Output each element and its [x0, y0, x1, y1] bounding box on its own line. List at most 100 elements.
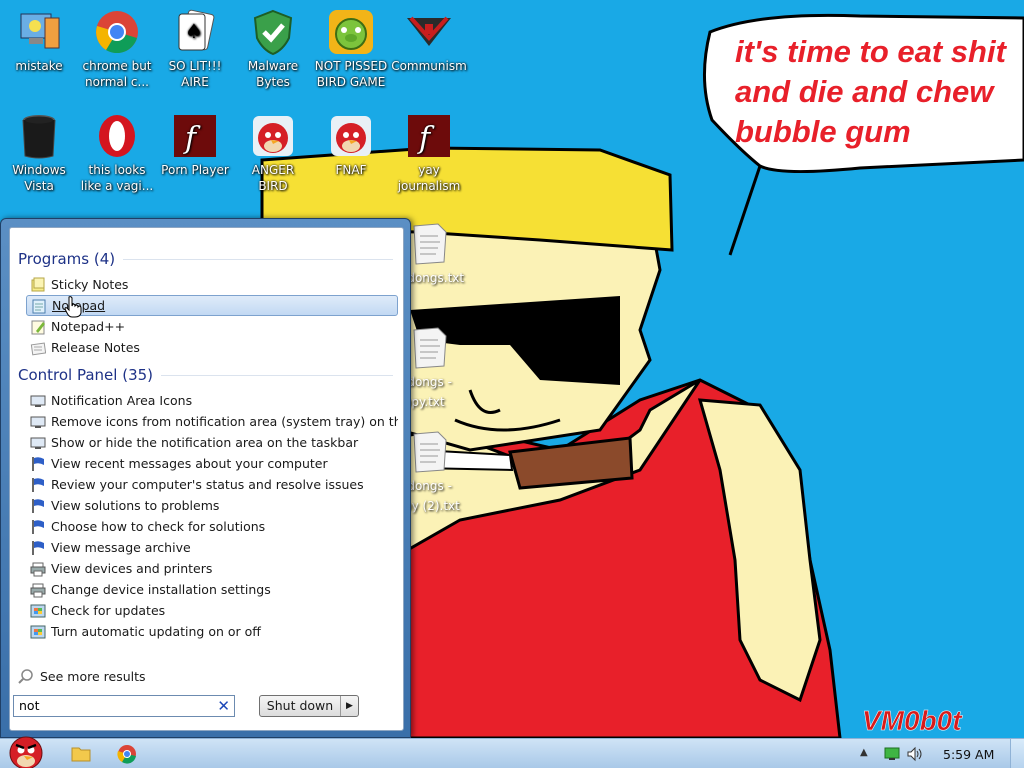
result-label: Check for updates: [51, 603, 166, 618]
result-label: View devices and printers: [51, 561, 213, 576]
taskbar-clock[interactable]: 5:59 AM: [943, 747, 994, 762]
result-remove-icons-from-notification-area[interactable]: Remove icons from notification area (sys…: [26, 411, 398, 432]
desktop-icon-mistake[interactable]: mistake: [0, 8, 78, 74]
desktop-icon-label: NOT PISSED: [314, 59, 388, 73]
monitor-icon: [30, 414, 46, 430]
desktop-icon-label: FNAF: [335, 163, 367, 177]
desktop-file-label: py (2).txt: [404, 499, 460, 513]
result-label: Notepad++: [51, 319, 126, 334]
desktop-icon-opera[interactable]: this looks like a vagi...: [78, 112, 156, 194]
result-label: View message archive: [51, 540, 191, 555]
start-button[interactable]: [6, 731, 46, 768]
angry-bird-icon: [9, 736, 43, 768]
show-hidden-icons-button[interactable]: ▲: [860, 747, 872, 761]
desktop-icon-communism[interactable]: Communism: [390, 8, 468, 74]
notepad-plus-icon: [30, 319, 46, 335]
desktop-icon-label: normal c...: [85, 75, 149, 89]
desktop-icon-label: this looks: [88, 163, 146, 177]
desktop-icon-yay-journalism[interactable]: f yay journalism: [390, 112, 468, 194]
result-view-recent-messages[interactable]: View recent messages about your computer: [26, 453, 398, 474]
desktop-icon-windows-vista[interactable]: Windows Vista: [0, 112, 78, 194]
result-view-devices-and-printers[interactable]: View devices and printers: [26, 558, 398, 579]
show-desktop-button[interactable]: [1010, 739, 1024, 768]
windows-update-icon: [30, 624, 46, 640]
desktop-file-ldongs[interactable]: ldongs.txt: [404, 222, 474, 286]
shutdown-options-arrow-icon[interactable]: ▶: [340, 696, 358, 716]
result-label: Choose how to check for solutions: [51, 519, 266, 534]
clear-search-icon[interactable]: ✕: [217, 697, 230, 715]
desktop-icon-label: Vista: [24, 179, 54, 193]
desktop-icon-label: Porn Player: [161, 163, 229, 177]
text-file-icon: [410, 222, 450, 266]
result-label: View solutions to problems: [51, 498, 220, 513]
taskbar-explorer-button[interactable]: [70, 743, 92, 765]
start-menu: Programs (4) Sticky Notes Notepad Notepa…: [0, 218, 411, 738]
desktop-icon-malwarebytes[interactable]: Malware Bytes: [234, 8, 312, 90]
desktop-file-label: ldongs.txt: [404, 271, 465, 285]
result-notification-area-icons[interactable]: Notification Area Icons: [26, 390, 398, 411]
taskbar-chrome-button[interactable]: [116, 743, 138, 765]
search-query-text: not: [19, 698, 40, 713]
desktop-icon-chrome[interactable]: chrome but normal c...: [78, 8, 156, 90]
volume-icon[interactable]: [906, 746, 924, 762]
desktop-icon-label: AIRE: [181, 75, 209, 89]
shutdown-button[interactable]: Shut down ▶: [259, 695, 359, 717]
printer-icon: [30, 561, 46, 577]
result-choose-how-to-check[interactable]: Choose how to check for solutions: [26, 516, 398, 537]
result-show-or-hide-notification-area[interactable]: Show or hide the notification area on th…: [26, 432, 398, 453]
result-view-message-archive[interactable]: View message archive: [26, 537, 398, 558]
result-label: Remove icons from notification area (sys…: [51, 414, 398, 429]
result-review-computer-status[interactable]: Review your computer's status and resolv…: [26, 474, 398, 495]
flag-icon: [30, 498, 46, 514]
speech-text-line-3: bubble gum: [735, 114, 911, 149]
desktop-icon-not-pissed-bird-game[interactable]: NOT PISSED BIRD GAME: [312, 8, 390, 90]
speech-text-line-2: and die and chew: [735, 74, 995, 109]
result-turn-automatic-updating[interactable]: Turn automatic updating on or off: [26, 621, 398, 642]
desktop-file-ldongs-copy-2[interactable]: ldongs - py (2).txt: [404, 430, 474, 514]
desktop-icon-porn-player[interactable]: f Porn Player: [156, 112, 234, 178]
angry-bird-icon: [249, 112, 297, 160]
see-more-results-link[interactable]: See more results: [18, 668, 146, 684]
search-icon: [18, 668, 34, 684]
speech-text-line-1: it's time to eat shit: [735, 34, 1008, 69]
network-icon[interactable]: [884, 746, 900, 762]
text-file-icon: [410, 326, 450, 370]
desktop-icon-label: SO LIT!!!: [168, 59, 222, 73]
desktop-file-ldongs-copy[interactable]: ldongs - opy.txt: [404, 326, 474, 410]
chrome-icon: [117, 745, 136, 764]
result-label: Sticky Notes: [51, 277, 129, 292]
flag-icon: [30, 519, 46, 535]
flag-icon: [30, 477, 46, 493]
mouse-cursor-hand-icon: [64, 296, 82, 318]
control-panel-header-label: Control Panel (35): [18, 366, 154, 384]
desktop-icon-label: yay: [418, 163, 440, 177]
programs-section-header[interactable]: Programs (4): [18, 250, 393, 268]
result-view-solutions-to-problems[interactable]: View solutions to problems: [26, 495, 398, 516]
notepad-icon: [31, 298, 47, 314]
windows-update-icon: [30, 603, 46, 619]
desktop-icon-label: Bytes: [256, 75, 290, 89]
start-search-input[interactable]: not ✕: [13, 695, 235, 717]
result-label: Change device installation settings: [51, 582, 271, 597]
angry-bird-icon: [327, 112, 375, 160]
result-check-for-updates[interactable]: Check for updates: [26, 600, 398, 621]
solitaire-icon: ♠: [171, 8, 219, 56]
artist-signature: VM0b0t: [862, 705, 963, 736]
result-notepad-plus-plus[interactable]: Notepad++: [26, 316, 398, 337]
control-panel-section-header[interactable]: Control Panel (35): [18, 366, 393, 384]
text-file-icon: [410, 430, 450, 474]
desktop-icon-label: BIRD GAME: [316, 75, 386, 89]
result-release-notes[interactable]: Release Notes: [26, 337, 398, 358]
desktop-icon-anger-bird[interactable]: ANGER BIRD: [234, 112, 312, 194]
svg-text:♠: ♠: [185, 19, 203, 43]
flash-icon: f: [405, 112, 453, 160]
taskbar: ▲ 5:59 AM: [0, 736, 1024, 768]
folder-icon: [71, 747, 91, 762]
result-change-device-installation-settings[interactable]: Change device installation settings: [26, 579, 398, 600]
see-more-label: See more results: [40, 668, 146, 684]
shutdown-label[interactable]: Shut down: [260, 696, 340, 716]
flag-icon: [30, 456, 46, 472]
desktop-icon-solitaire[interactable]: ♠ SO LIT!!! AIRE: [156, 8, 234, 90]
result-sticky-notes[interactable]: Sticky Notes: [26, 274, 398, 295]
desktop-icon-fnaf[interactable]: FNAF: [312, 112, 390, 178]
